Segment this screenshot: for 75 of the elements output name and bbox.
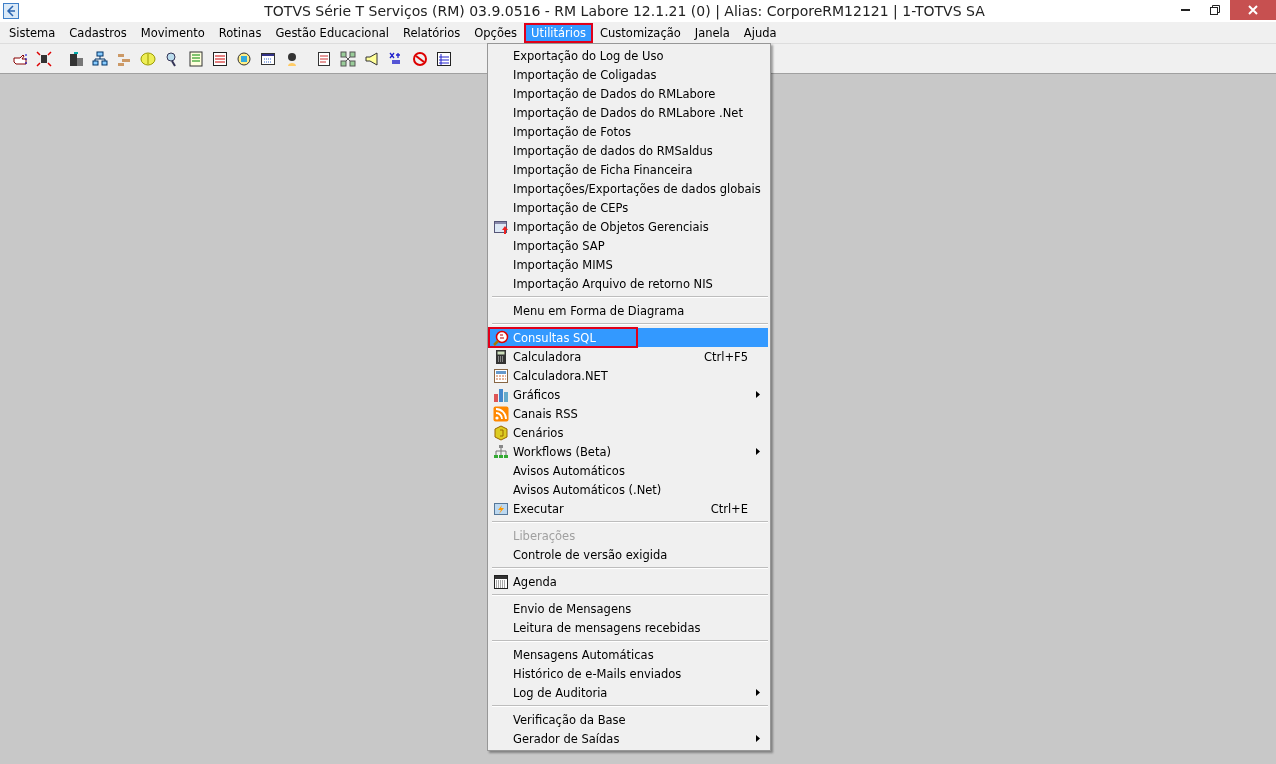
- app-icon[interactable]: [3, 3, 19, 19]
- submenu-arrow-icon: [756, 735, 760, 742]
- menu-item[interactable]: Gestão Educacional: [268, 22, 396, 43]
- menu-item[interactable]: Importação MIMS: [490, 255, 768, 274]
- menu-item[interactable]: Controle de versão exigida: [490, 545, 768, 564]
- menu-item[interactable]: Log de Auditoria: [490, 683, 768, 702]
- menu-item[interactable]: Importação de Ficha Financeira: [490, 160, 768, 179]
- magnifier-icon: [493, 329, 509, 346]
- restore-icon: [1209, 4, 1221, 16]
- menu-item[interactable]: Importação de CEPs: [490, 198, 768, 217]
- menu-item[interactable]: Mensagens Automáticas: [490, 645, 768, 664]
- menu-item[interactable]: Importação de dados do RMSaldus: [490, 141, 768, 160]
- menu-item[interactable]: Exportação do Log de Uso: [490, 46, 768, 65]
- menu-item[interactable]: Cenários: [490, 423, 768, 442]
- menu-item[interactable]: Verificação da Base: [490, 710, 768, 729]
- close-button[interactable]: [1230, 0, 1276, 20]
- hierarchy-icon: [493, 443, 509, 460]
- report-icon[interactable]: [316, 50, 332, 67]
- close-icon: [1247, 4, 1259, 16]
- megaphone-icon[interactable]: [364, 50, 380, 67]
- buildings-icon[interactable]: [68, 50, 84, 67]
- menu-item[interactable]: Opções: [467, 22, 524, 43]
- hierarchy-icon[interactable]: [92, 50, 108, 67]
- menu-item[interactable]: Ajuda: [736, 22, 784, 43]
- menu-item[interactable]: Customização: [593, 22, 688, 43]
- menu-item[interactable]: Calculadora Ctrl+F5: [490, 347, 768, 366]
- menu-item[interactable]: Importação de Dados do RMLabore .Net: [490, 103, 768, 122]
- network-icon[interactable]: [340, 50, 356, 67]
- calendar-icon[interactable]: [260, 50, 276, 67]
- menu-item[interactable]: Importação SAP: [490, 236, 768, 255]
- selection-icon[interactable]: [36, 50, 52, 67]
- menu-item[interactable]: Importação de Dados do RMLabore: [490, 84, 768, 103]
- minimize-icon: [1180, 9, 1190, 11]
- menu-item[interactable]: Rotinas: [211, 22, 269, 43]
- menu-item[interactable]: Avisos Automáticos: [490, 461, 768, 480]
- submenu-arrow-icon: [756, 689, 760, 696]
- menu-item[interactable]: Calculadora.NET: [490, 366, 768, 385]
- shortcut-text: Ctrl+F5: [703, 349, 748, 364]
- coin-icon: [493, 424, 509, 441]
- shortcut-text: Ctrl+E: [710, 501, 748, 516]
- window-title: TOTVS Série T Serviços (RM) 03.9.0516 - RM Labore 12.1.21 (0) | Alias: CorporeRM12121 | 1-TOTVS SA: [263, 3, 986, 19]
- grid-icon[interactable]: [436, 50, 452, 67]
- submenu-arrow-icon: [756, 448, 760, 455]
- menu-item[interactable]: Avisos Automáticos (.Net): [490, 480, 768, 499]
- menu-item[interactable]: Envio de Mensagens: [490, 599, 768, 618]
- menu-item[interactable]: Canais RSS: [490, 404, 768, 423]
- menu-item[interactable]: Janela: [687, 22, 737, 43]
- menu-item[interactable]: Gerador de Saídas: [490, 729, 768, 748]
- rss-icon: [493, 405, 509, 422]
- import-icon: [493, 218, 509, 235]
- menu-item[interactable]: Leitura de mensagens recebidas: [490, 618, 768, 637]
- coin-icon[interactable]: [140, 50, 156, 67]
- document-list-icon[interactable]: [188, 50, 204, 67]
- menu-item[interactable]: Importação de Coligadas: [490, 65, 768, 84]
- menu-item[interactable]: Importações/Exportações de dados globais: [490, 179, 768, 198]
- menu-item[interactable]: Relatórios: [395, 22, 468, 43]
- menu-item[interactable]: Workflows (Beta): [490, 442, 768, 461]
- menu-item[interactable]: Menu em Forma de Diagrama: [490, 301, 768, 320]
- menu-item[interactable]: Gráficos: [490, 385, 768, 404]
- menu-item[interactable]: Cadastros: [62, 22, 134, 43]
- menu-item[interactable]: Agenda: [490, 572, 768, 591]
- menu-item[interactable]: Histórico de e-Mails enviados: [490, 664, 768, 683]
- submenu-arrow-icon: [756, 391, 760, 398]
- menu-item[interactable]: Movimento: [133, 22, 212, 43]
- menu-item[interactable]: Importação de Fotos: [490, 122, 768, 141]
- calendar-icon: [493, 573, 509, 590]
- run-icon: [493, 500, 509, 517]
- menu-item[interactable]: Importação de Objetos Gerenciais: [490, 217, 768, 236]
- calculator-icon: [493, 367, 509, 384]
- table-icon[interactable]: [212, 50, 228, 67]
- menu-item[interactable]: Importação Arquivo de retorno NIS: [490, 274, 768, 293]
- calculator-icon: [493, 348, 509, 365]
- menu-item[interactable]: Sistema: [2, 22, 63, 43]
- menu-item[interactable]: Executar Ctrl+E: [490, 499, 768, 518]
- bar-chart-icon: [493, 386, 509, 403]
